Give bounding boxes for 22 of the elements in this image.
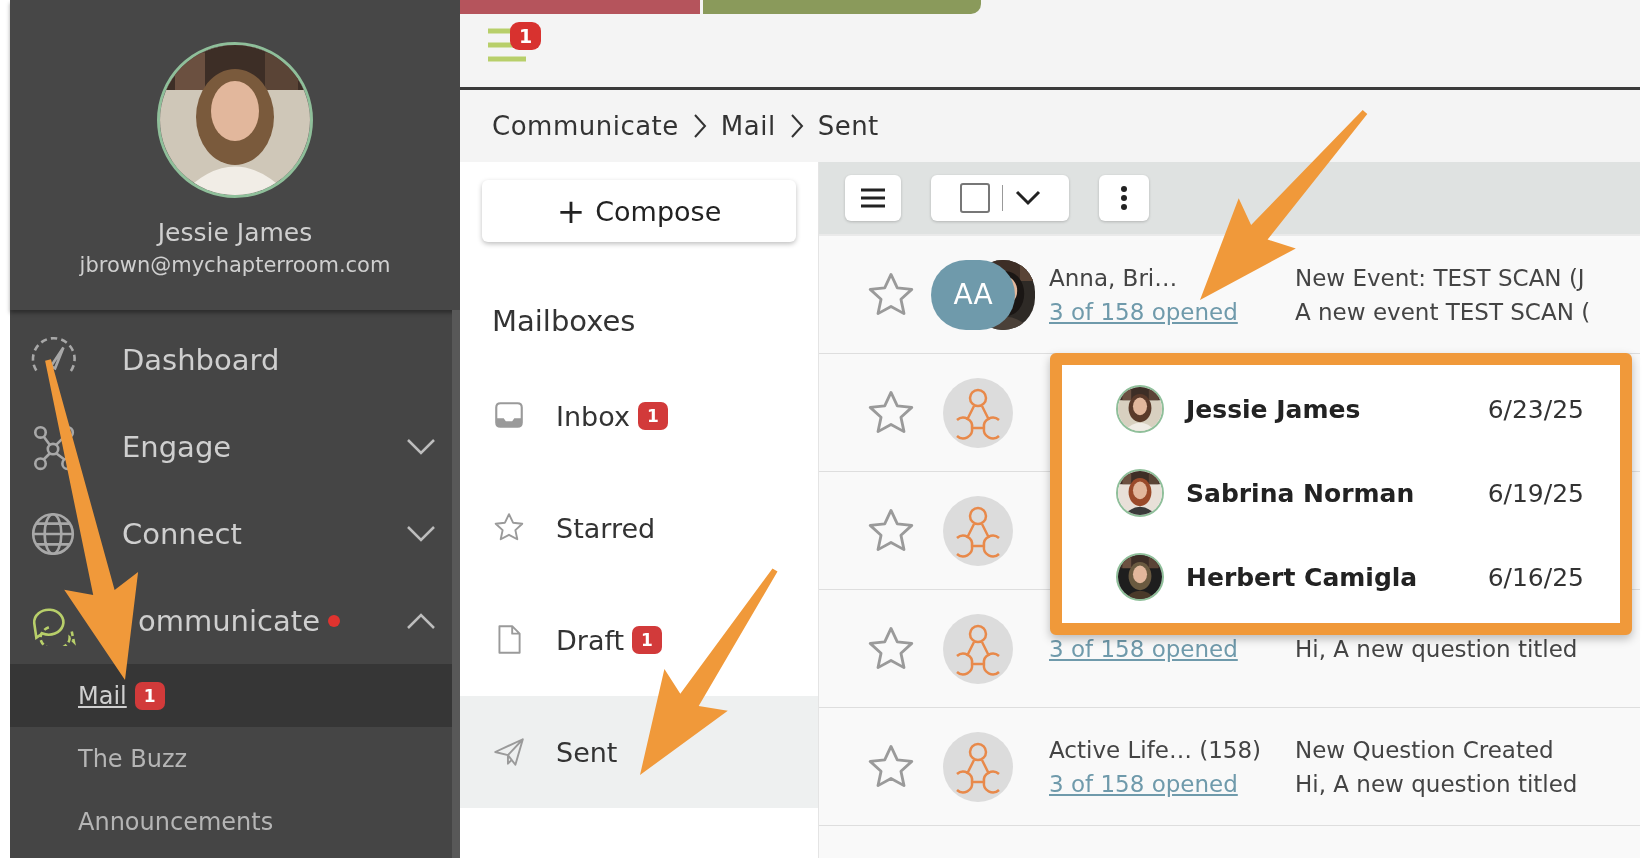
preview-text: Hi, A new question titled xyxy=(1295,635,1578,662)
subject-text: New Question Created xyxy=(1295,736,1555,763)
profile-email: jbrown@mychapterroom.com xyxy=(79,253,391,277)
count-badge: 1 xyxy=(632,626,662,654)
count-badge: 1 xyxy=(134,681,165,710)
reader-name: Sabrina Norman xyxy=(1186,478,1415,508)
opened-date: 6/16/25 xyxy=(1487,562,1584,592)
initials-avatar: AA xyxy=(931,259,1015,330)
count-badge: 1 xyxy=(637,402,668,430)
section-title: Mailboxes xyxy=(492,304,637,338)
opened-date: 6/23/25 xyxy=(1487,394,1584,424)
sender-text: Active Life… (158) xyxy=(1049,736,1263,763)
opened-date: 6/19/25 xyxy=(1487,478,1584,508)
sender-text: Anna, Bri… xyxy=(1049,264,1179,291)
profile-name: Jessie James xyxy=(157,218,313,247)
reader-name: Jessie James xyxy=(1186,394,1361,424)
notification-badge: 1 xyxy=(510,22,542,50)
preview-text: Hi, A new question titled xyxy=(1295,770,1578,797)
reader-name: Herbert Camigla xyxy=(1186,562,1418,592)
subject-text: New Event: TEST SCAN (J xyxy=(1295,264,1586,291)
breadcrumb-item: Sent xyxy=(817,111,879,141)
preview-text: A new event TEST SCAN ( xyxy=(1295,298,1591,325)
